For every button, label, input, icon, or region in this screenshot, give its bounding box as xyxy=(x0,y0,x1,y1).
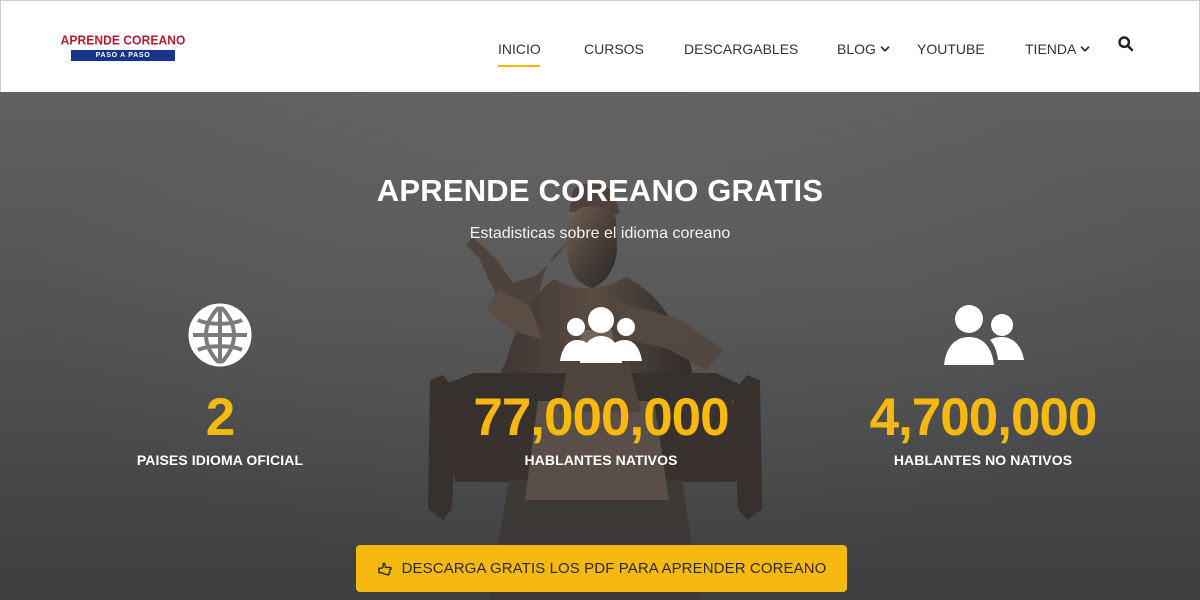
nav-label-blog: BLOG xyxy=(837,41,876,57)
nav-item-cursos[interactable]: CURSOS xyxy=(584,39,644,59)
users-icon xyxy=(944,305,1024,365)
nav-item-tienda[interactable]: TIENDA xyxy=(1025,39,1090,59)
search-icon xyxy=(1118,36,1134,52)
stat-label-native-speakers: HABLANTES NATIVOS xyxy=(524,452,678,468)
group-icon xyxy=(560,307,642,363)
nav-item-inicio[interactable]: INICIO xyxy=(498,39,541,59)
nav-item-blog[interactable]: BLOG xyxy=(837,39,890,59)
nav-label-youtube: YOUTUBE xyxy=(917,41,985,57)
stat-value-native-speakers: 77,000,000 xyxy=(473,388,729,447)
main-navigation: INICIO CURSOS DESCARGABLES BLOG YOUTUBE … xyxy=(1,1,1200,93)
stat-non-native-speakers: 4,700,000 HABLANTES NO NATIVOS xyxy=(850,303,1116,468)
active-nav-underline xyxy=(498,65,540,67)
nav-item-youtube[interactable]: YOUTUBE xyxy=(917,39,985,59)
globe-icon xyxy=(188,303,252,367)
stat-value-official-countries: 2 xyxy=(205,388,235,447)
chevron-down-icon xyxy=(1080,46,1090,52)
download-pdf-button[interactable]: DESCARGA GRATIS LOS PDF PARA APRENDER CO… xyxy=(356,545,847,592)
nav-label-cursos: CURSOS xyxy=(584,41,644,57)
stat-native-speakers: 77,000,000 HABLANTES NATIVOS xyxy=(445,303,757,468)
hero-title: APRENDE COREANO GRATIS xyxy=(376,172,824,208)
download-pdf-button-label: DESCARGA GRATIS LOS PDF PARA APRENDER CO… xyxy=(401,560,827,577)
stat-official-countries: 2 PAISES IDIOMA OFICIAL xyxy=(120,303,320,468)
chevron-down-icon xyxy=(880,46,890,52)
nav-label-descargables: DESCARGABLES xyxy=(684,41,799,57)
stat-label-non-native-speakers: HABLANTES NO NATIVOS xyxy=(893,452,1073,468)
nav-label-tienda: TIENDA xyxy=(1025,41,1077,57)
hero-subtitle: Estadisticas sobre el idioma coreano xyxy=(469,225,731,242)
hand-pointing-icon xyxy=(377,561,392,576)
nav-item-descargables[interactable]: DESCARGABLES xyxy=(684,39,798,59)
search-button[interactable] xyxy=(1117,35,1135,53)
stat-label-official-countries: PAISES IDIOMA OFICIAL xyxy=(136,452,304,468)
nav-label-inicio: INICIO xyxy=(498,41,541,57)
page: APRENDE COREANO PASO A PASO INICIO CURSO… xyxy=(0,0,1200,600)
site-header: APRENDE COREANO PASO A PASO INICIO CURSO… xyxy=(0,0,1200,92)
stat-value-non-native-speakers: 4,700,000 xyxy=(869,388,1098,447)
